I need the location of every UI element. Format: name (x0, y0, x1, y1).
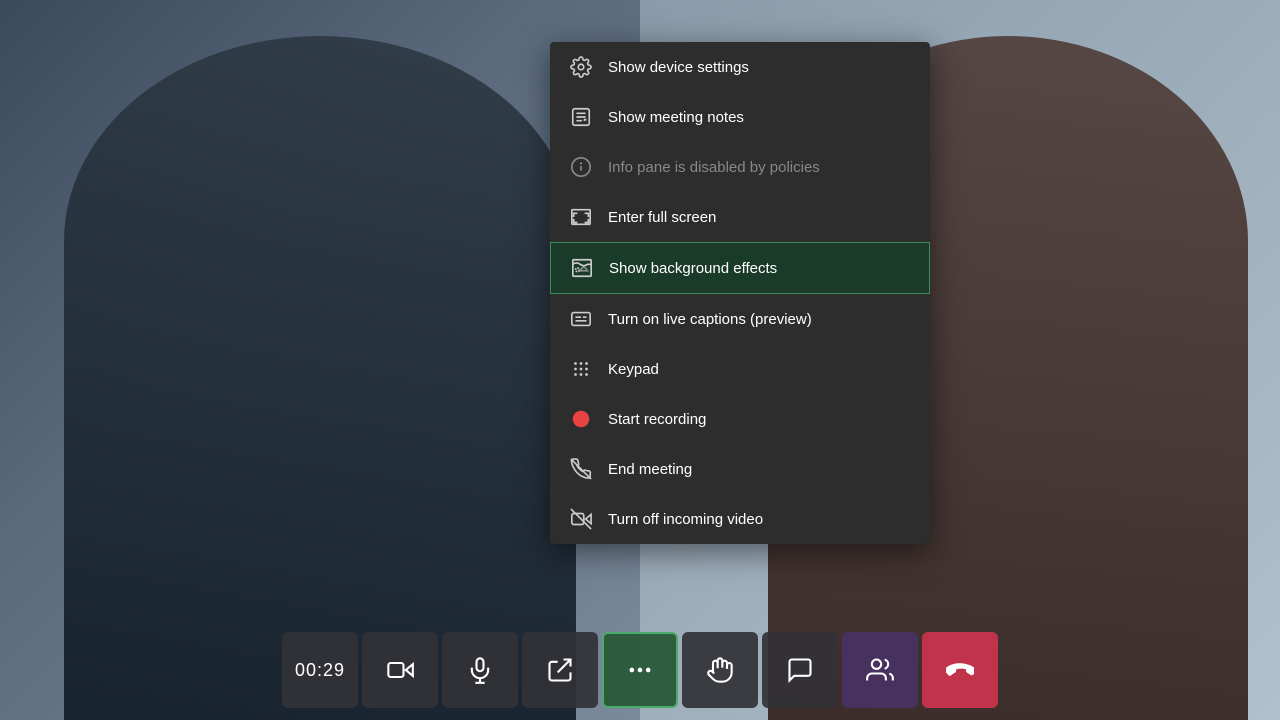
fullscreen-icon (570, 206, 592, 228)
person-silhouette-left (64, 36, 576, 720)
participants-button[interactable] (842, 632, 918, 708)
chat-button[interactable] (762, 632, 838, 708)
record-icon (570, 408, 592, 430)
menu-item-live-captions[interactable]: Turn on live captions (preview) (550, 294, 930, 344)
menu-label-keypad: Keypad (608, 361, 659, 378)
info-icon (570, 156, 592, 178)
menu-label-turn-off-video: Turn off incoming video (608, 511, 763, 528)
captions-icon (570, 308, 592, 330)
more-button[interactable] (602, 632, 678, 708)
notes-icon (570, 106, 592, 128)
menu-item-turn-off-video[interactable]: Turn off incoming video (550, 494, 930, 544)
gear-icon (570, 56, 592, 78)
menu-item-device-settings[interactable]: Show device settings (550, 42, 930, 92)
menu-item-start-recording[interactable]: Start recording (550, 394, 930, 444)
menu-item-info-pane: Info pane is disabled by policies (550, 142, 930, 192)
menu-item-keypad[interactable]: Keypad (550, 344, 930, 394)
menu-item-full-screen[interactable]: Enter full screen (550, 192, 930, 242)
share-button[interactable] (522, 632, 598, 708)
call-timer: 00:29 (282, 632, 358, 708)
menu-label-device-settings: Show device settings (608, 59, 749, 76)
context-menu: Show device settings Show meeting notes … (550, 42, 930, 544)
menu-label-full-screen: Enter full screen (608, 209, 716, 226)
raise-hand-button[interactable] (682, 632, 758, 708)
camera-button[interactable] (362, 632, 438, 708)
microphone-button[interactable] (442, 632, 518, 708)
end-call-button[interactable] (922, 632, 998, 708)
menu-item-end-meeting[interactable]: End meeting (550, 444, 930, 494)
menu-label-end-meeting: End meeting (608, 461, 692, 478)
bg-left (0, 0, 640, 720)
menu-label-background-effects: Show background effects (609, 260, 777, 277)
keypad-icon (570, 358, 592, 380)
menu-label-live-captions: Turn on live captions (preview) (608, 311, 812, 328)
background-icon (571, 257, 593, 279)
menu-label-start-recording: Start recording (608, 411, 706, 428)
video-off-icon (570, 508, 592, 530)
menu-item-meeting-notes[interactable]: Show meeting notes (550, 92, 930, 142)
menu-label-info-pane: Info pane is disabled by policies (608, 159, 820, 176)
toolbar: 00:29 (0, 630, 1280, 720)
menu-item-background-effects[interactable]: Show background effects (550, 242, 930, 294)
end-meeting-icon (570, 458, 592, 480)
menu-label-meeting-notes: Show meeting notes (608, 109, 744, 126)
